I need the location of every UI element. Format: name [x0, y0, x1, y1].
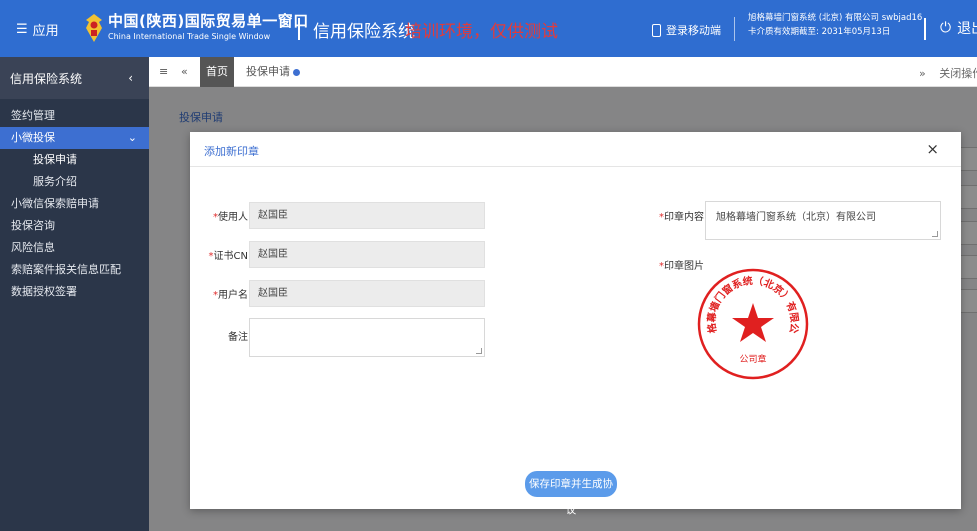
collapse-sidebar-icon[interactable]: ‹ — [128, 71, 133, 85]
resize-grip-icon[interactable] — [932, 231, 938, 237]
header-divider-2 — [734, 17, 735, 41]
sidebar: 信用保险系统 ‹ 签约管理 小微投保 ⌄ 投保申请 服务介绍 小微信保索赔申请 … — [0, 57, 149, 531]
app-menu-button[interactable]: ☰ 应用 — [16, 20, 59, 39]
sidebar-item-label: 小微投保 — [11, 131, 55, 144]
logout-button[interactable]: ⏻ 退出 — [940, 18, 977, 38]
dialog-title: 添加新印章 — [204, 145, 259, 158]
seal-content-value: 旭格幕墙门窗系统（北京）有限公司 — [716, 212, 876, 223]
hamburger-icon: ☰ — [16, 22, 28, 37]
menu-toggle-icon[interactable]: ≡ — [159, 65, 168, 78]
cert-field[interactable]: 赵国臣 — [249, 241, 485, 268]
sidebar-header: 信用保险系统 ‹ — [0, 57, 149, 99]
sidebar-item-risk-info[interactable]: 风险信息 — [0, 237, 149, 259]
sidebar-item-micro-insurance[interactable]: 小微投保 ⌄ — [0, 127, 149, 149]
power-icon: ⏻ — [940, 20, 952, 36]
tab-insurance-apply[interactable]: 投保申请 — [242, 57, 304, 87]
sidebar-item-insurance-apply[interactable]: 投保申请 — [0, 149, 149, 171]
dialog-header: 添加新印章 × — [190, 132, 961, 167]
scroll-left-icon[interactable]: « — [181, 65, 188, 78]
cert-label: *证书CN — [208, 251, 248, 262]
username-field[interactable]: 赵国臣 — [249, 280, 485, 307]
sidebar-item-claim-match[interactable]: 索赔案件报关信息匹配 — [0, 259, 149, 281]
user-field[interactable]: 赵国臣 — [249, 202, 485, 229]
add-seal-dialog: 添加新印章 × *使用人 赵国臣 *证书CN 赵国臣 *用户名 赵国臣 备注 *… — [190, 132, 961, 516]
seal-star-icon — [732, 303, 774, 342]
remark-textarea[interactable] — [249, 318, 485, 357]
brand-subtitle: China International Trade Single Window — [108, 32, 271, 41]
sidebar-item-claim-apply[interactable]: 小微信保索赔申请 — [0, 193, 149, 215]
user-company: 旭格幕墙门窗系统 (北京) 有限公司 swbjad16 — [748, 13, 923, 23]
customs-emblem-icon — [86, 14, 102, 42]
tab-home[interactable]: 首页 — [200, 57, 234, 87]
resize-grip-icon[interactable] — [476, 348, 482, 354]
brand-block: 中国(陕西)国际贸易单一窗口 China International Trade… — [108, 10, 309, 41]
scroll-right-icon[interactable]: » — [919, 67, 926, 80]
close-ops-button[interactable]: 关闭操作 — [939, 67, 977, 80]
card-expiry: 卡介质有效期截至: 2031年05月13日 — [748, 27, 891, 37]
sidebar-title: 信用保险系统 — [10, 71, 83, 86]
svg-text:公司章: 公司章 — [739, 353, 766, 365]
chevron-down-icon: ⌄ — [127, 131, 137, 144]
app-menu-label: 应用 — [32, 24, 59, 39]
header-divider-3 — [924, 18, 926, 40]
seal-content-label: *印章内容 — [659, 212, 704, 223]
tab-label: 投保申请 — [246, 65, 290, 78]
seal-content-textarea[interactable]: 旭格幕墙门窗系统（北京）有限公司 — [705, 201, 941, 240]
save-seal-button[interactable]: 保存印章并生成协议 — [525, 471, 617, 516]
remark-label: 备注 — [228, 332, 248, 343]
active-dot-icon — [293, 68, 300, 76]
tab-controls: » 关闭操作 — [919, 65, 977, 81]
close-icon[interactable]: × — [926, 140, 939, 158]
mobile-login-label: 登录移动端 — [666, 24, 721, 37]
logout-label: 退出 — [957, 21, 977, 37]
top-header: ☰ 应用 中国(陕西)国际贸易单一窗口 China International … — [0, 0, 977, 57]
phone-icon — [652, 23, 661, 37]
environment-note: 培训环境，仅供测试 — [405, 22, 558, 42]
tab-bar: ≡ « 首页 投保申请 » 关闭操作 — [149, 57, 977, 87]
sidebar-menu: 签约管理 小微投保 ⌄ 投保申请 服务介绍 小微信保索赔申请 投保咨询 风险信息… — [0, 99, 149, 303]
user-info: 旭格幕墙门窗系统 (北京) 有限公司 swbjad16 卡介质有效期截至: 20… — [748, 11, 922, 39]
brand-title: 中国(陕西)国际贸易单一窗口 — [108, 12, 309, 30]
user-label: *使用人 — [213, 212, 248, 223]
sidebar-item-consult[interactable]: 投保咨询 — [0, 215, 149, 237]
mobile-login-button[interactable]: 登录移动端 — [652, 22, 721, 38]
sidebar-item-data-auth[interactable]: 数据授权签署 — [0, 281, 149, 303]
username-label: *用户名 — [213, 290, 248, 301]
sidebar-item-contract[interactable]: 签约管理 — [0, 105, 149, 127]
header-divider — [298, 18, 300, 40]
sidebar-item-service-intro[interactable]: 服务介绍 — [0, 171, 149, 193]
company-seal-image: 旭格幕墙门窗系统（北京）有限公司 公司章 — [696, 267, 809, 380]
system-title: 信用保险系统 — [313, 22, 415, 42]
